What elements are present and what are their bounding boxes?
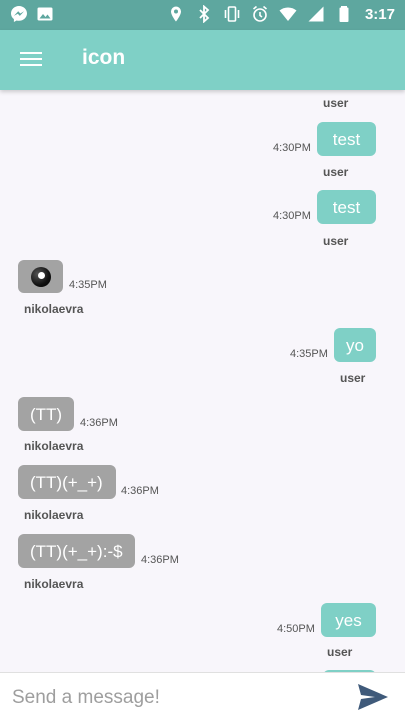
message-sender: user (323, 234, 349, 248)
message-time: 4:36PM (141, 554, 179, 566)
messenger-icon (10, 5, 28, 23)
message-composer (0, 672, 405, 720)
message-sender: user (327, 645, 353, 659)
message-time: 4:50PM (277, 623, 315, 635)
message-bubble[interactable]: (TT)(+_+) (18, 465, 116, 499)
message-time: 4:35PM (290, 348, 328, 360)
bluetooth-icon (195, 4, 213, 24)
message-list[interactable]: user 4:30PM test user 4:30PM test user 4… (0, 90, 405, 672)
message-bubble[interactable]: (TT) (18, 397, 74, 431)
message-bubble[interactable]: test (317, 190, 376, 224)
message-time: 4:30PM (273, 210, 311, 222)
location-icon (167, 5, 185, 23)
send-icon[interactable] (357, 683, 389, 711)
message-sender: user (340, 371, 366, 385)
app-bar: icon (0, 30, 405, 90)
status-time: 3:17 (364, 5, 395, 23)
message-bubble[interactable]: yes (321, 603, 376, 637)
message-sender: nikolaevra (24, 302, 84, 316)
message-sender: nikolaevra (24, 439, 84, 453)
message-sender: nikolaevra (24, 508, 84, 522)
status-bar: 3:17 (0, 0, 405, 30)
message-bubble[interactable]: yo (334, 328, 376, 362)
message-bubble[interactable]: test (317, 122, 376, 156)
message-input[interactable] (10, 681, 334, 715)
message-bubble[interactable]: (TT)(+_+):-$ (18, 534, 135, 568)
battery-icon (335, 5, 353, 23)
hamburger-menu-icon[interactable] (20, 50, 42, 68)
signal-icon (307, 5, 325, 23)
vibrate-icon (223, 5, 241, 23)
image-icon (36, 5, 54, 23)
message-time: 4:36PM (80, 417, 118, 429)
eight-ball-icon (31, 266, 51, 287)
alarm-icon (251, 5, 269, 23)
message-time: 4:30PM (273, 142, 311, 154)
message-bubble[interactable] (18, 260, 63, 293)
chat-screen: 3:17 icon user 4:30PM test user 4:30PM t… (0, 0, 405, 720)
wifi-icon (279, 5, 297, 23)
message-sender: nikolaevra (24, 577, 84, 591)
page-title: icon (82, 46, 126, 69)
message-time: 4:35PM (69, 279, 107, 291)
message-sender: user (323, 96, 349, 110)
message-sender: user (323, 165, 349, 179)
message-time: 4:36PM (121, 485, 159, 497)
